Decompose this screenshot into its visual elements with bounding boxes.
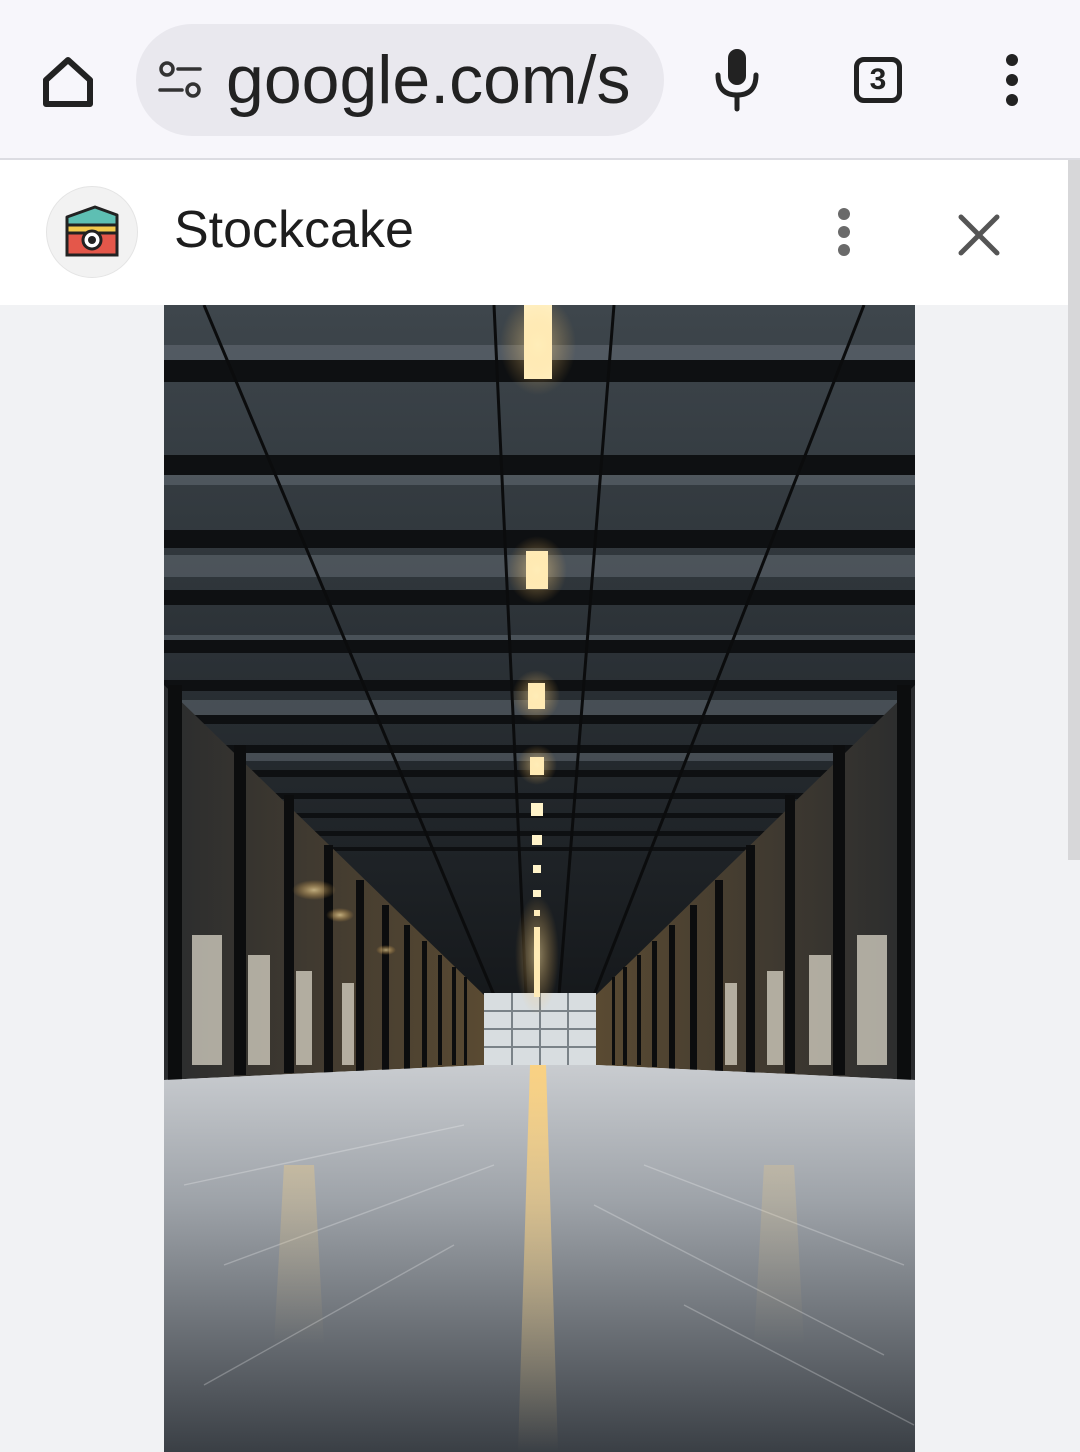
mic-icon: [715, 49, 759, 112]
content-area: [0, 305, 1080, 1452]
home-icon: [43, 57, 93, 107]
tab-count: 3: [869, 63, 887, 96]
site-header: Stockcake: [0, 160, 1080, 305]
site-logo: [46, 186, 138, 278]
address-bar[interactable]: google.com/s: [136, 24, 664, 136]
voice-search-button[interactable]: [700, 42, 774, 118]
tab-switcher-button[interactable]: 3: [840, 42, 916, 118]
more-vert-icon: [1006, 54, 1018, 106]
site-name: Stockcake: [174, 201, 414, 259]
tab-switcher-icon: 3: [854, 57, 902, 103]
more-vert-icon: [838, 208, 850, 256]
site-menu-button[interactable]: [816, 196, 872, 268]
browser-toolbar: google.com/s 3: [0, 0, 1080, 160]
page-scrollbar[interactable]: [1068, 160, 1080, 860]
browser-menu-button[interactable]: [980, 42, 1044, 118]
home-button[interactable]: [30, 44, 106, 120]
stockcake-logo: [65, 205, 119, 257]
warehouse-image: [164, 305, 915, 1452]
warehouse-photo[interactable]: [164, 305, 915, 1452]
tune-icon[interactable]: [158, 60, 202, 100]
close-button[interactable]: [944, 200, 1014, 270]
close-icon: [958, 214, 1000, 256]
url-text[interactable]: google.com/s: [226, 38, 646, 122]
